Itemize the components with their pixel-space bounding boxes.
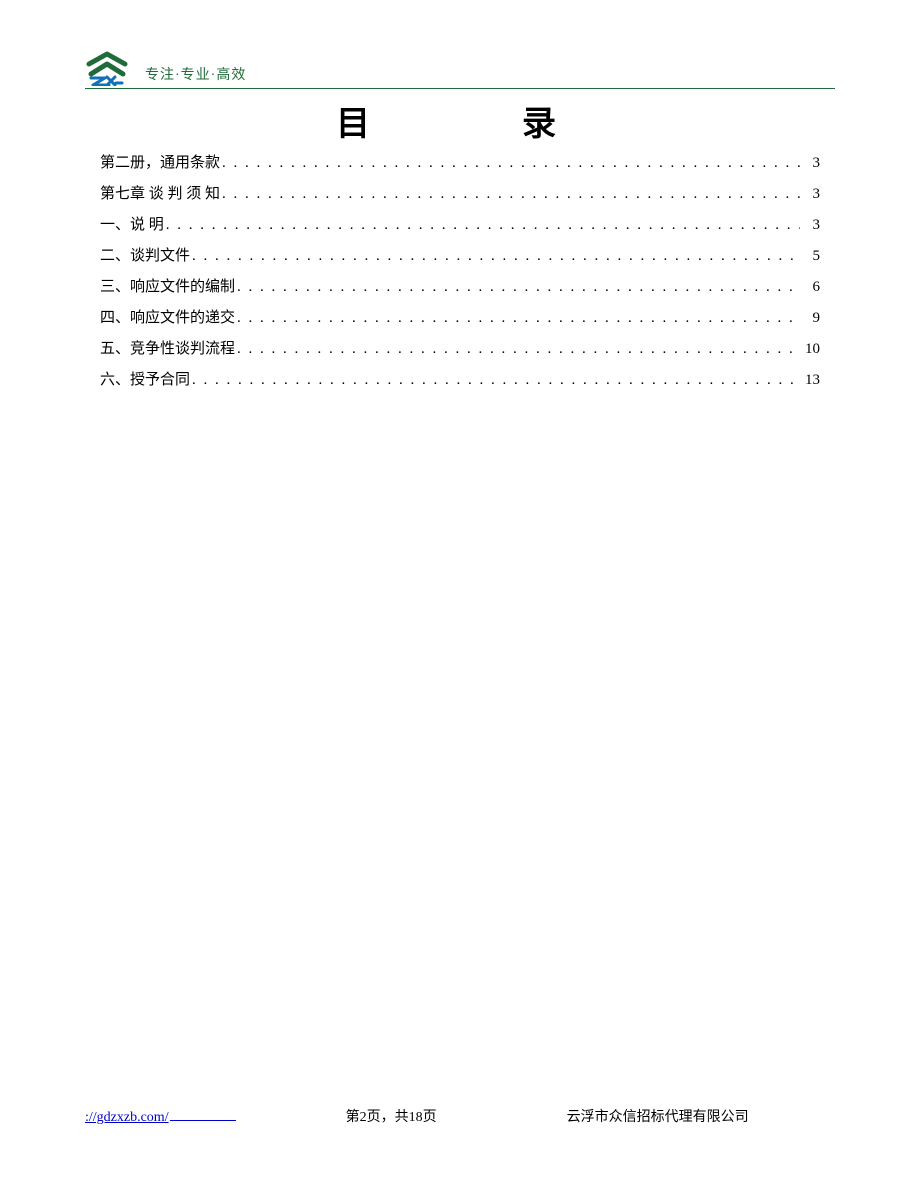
zx-logo <box>85 50 129 86</box>
header-tagline: 专注·专业·高效 <box>145 64 246 86</box>
toc-entry-label: 一、说 明 <box>100 218 164 233</box>
toc-entry-label: 三、响应文件的编制 <box>100 280 235 295</box>
toc-entry-label: 五、竞争性谈判流程 <box>100 342 235 357</box>
toc-entry-label: 六、授予合同 <box>100 373 190 388</box>
toc-entry-page: 3 <box>800 187 820 202</box>
toc-entry-page: 5 <box>800 249 820 264</box>
toc-leader-dots: . . . . . . . . . . . . . . . . . . . . … <box>164 218 800 233</box>
toc-entry-page: 10 <box>800 342 820 357</box>
toc-entry: 五、竞争性谈判流程. . . . . . . . . . . . . . . .… <box>100 342 820 373</box>
document-page: 专注·专业·高效 目 录 第二册，通用条款. . . . . . . . . .… <box>0 0 920 1191</box>
toc-entry: 六、授予合同. . . . . . . . . . . . . . . . . … <box>100 373 820 404</box>
toc-entry: 一、说 明. . . . . . . . . . . . . . . . . .… <box>100 218 820 249</box>
toc-entry: 三、响应文件的编制. . . . . . . . . . . . . . . .… <box>100 280 820 311</box>
toc-leader-dots: . . . . . . . . . . . . . . . . . . . . … <box>220 187 800 202</box>
footer-link[interactable]: ://gdzxzb.com/ <box>85 1110 169 1125</box>
toc-entry: 第七章 谈 判 须 知. . . . . . . . . . . . . . .… <box>100 187 820 218</box>
company-name: 云浮市众信招标代理有限公司 <box>567 1106 749 1126</box>
footer-link-underline-pad <box>170 1107 236 1121</box>
toc-entry-page: 13 <box>800 373 820 388</box>
footer-link-wrapper: ://gdzxzb.com/ <box>85 1107 236 1126</box>
toc-entry-label: 第七章 谈 判 须 知 <box>100 187 220 202</box>
toc-entry-page: 3 <box>800 218 820 233</box>
toc-entry: 二、谈判文件. . . . . . . . . . . . . . . . . … <box>100 249 820 280</box>
toc-leader-dots: . . . . . . . . . . . . . . . . . . . . … <box>190 373 800 388</box>
toc-entry-page: 9 <box>800 311 820 326</box>
page-header: 专注·专业·高效 <box>85 44 835 86</box>
toc-entry: 四、响应文件的递交. . . . . . . . . . . . . . . .… <box>100 311 820 342</box>
toc-leader-dots: . . . . . . . . . . . . . . . . . . . . … <box>235 311 800 326</box>
header-divider <box>85 88 835 89</box>
table-of-contents: 第二册，通用条款. . . . . . . . . . . . . . . . … <box>100 156 820 404</box>
page-footer: ://gdzxzb.com/ 第2页，共18页 云浮市众信招标代理有限公司 <box>85 1106 835 1126</box>
toc-title: 目 录 <box>0 96 920 145</box>
toc-leader-dots: . . . . . . . . . . . . . . . . . . . . … <box>235 342 800 357</box>
toc-entry-label: 第二册，通用条款 <box>100 156 220 171</box>
toc-leader-dots: . . . . . . . . . . . . . . . . . . . . … <box>190 249 800 264</box>
toc-leader-dots: . . . . . . . . . . . . . . . . . . . . … <box>220 156 800 171</box>
toc-entry-page: 6 <box>800 280 820 295</box>
toc-leader-dots: . . . . . . . . . . . . . . . . . . . . … <box>235 280 800 295</box>
toc-entry: 第二册，通用条款. . . . . . . . . . . . . . . . … <box>100 156 820 187</box>
toc-entry-page: 3 <box>800 156 820 171</box>
toc-entry-label: 二、谈判文件 <box>100 249 190 264</box>
toc-entry-label: 四、响应文件的递交 <box>100 311 235 326</box>
page-indicator: 第2页，共18页 <box>346 1106 437 1126</box>
